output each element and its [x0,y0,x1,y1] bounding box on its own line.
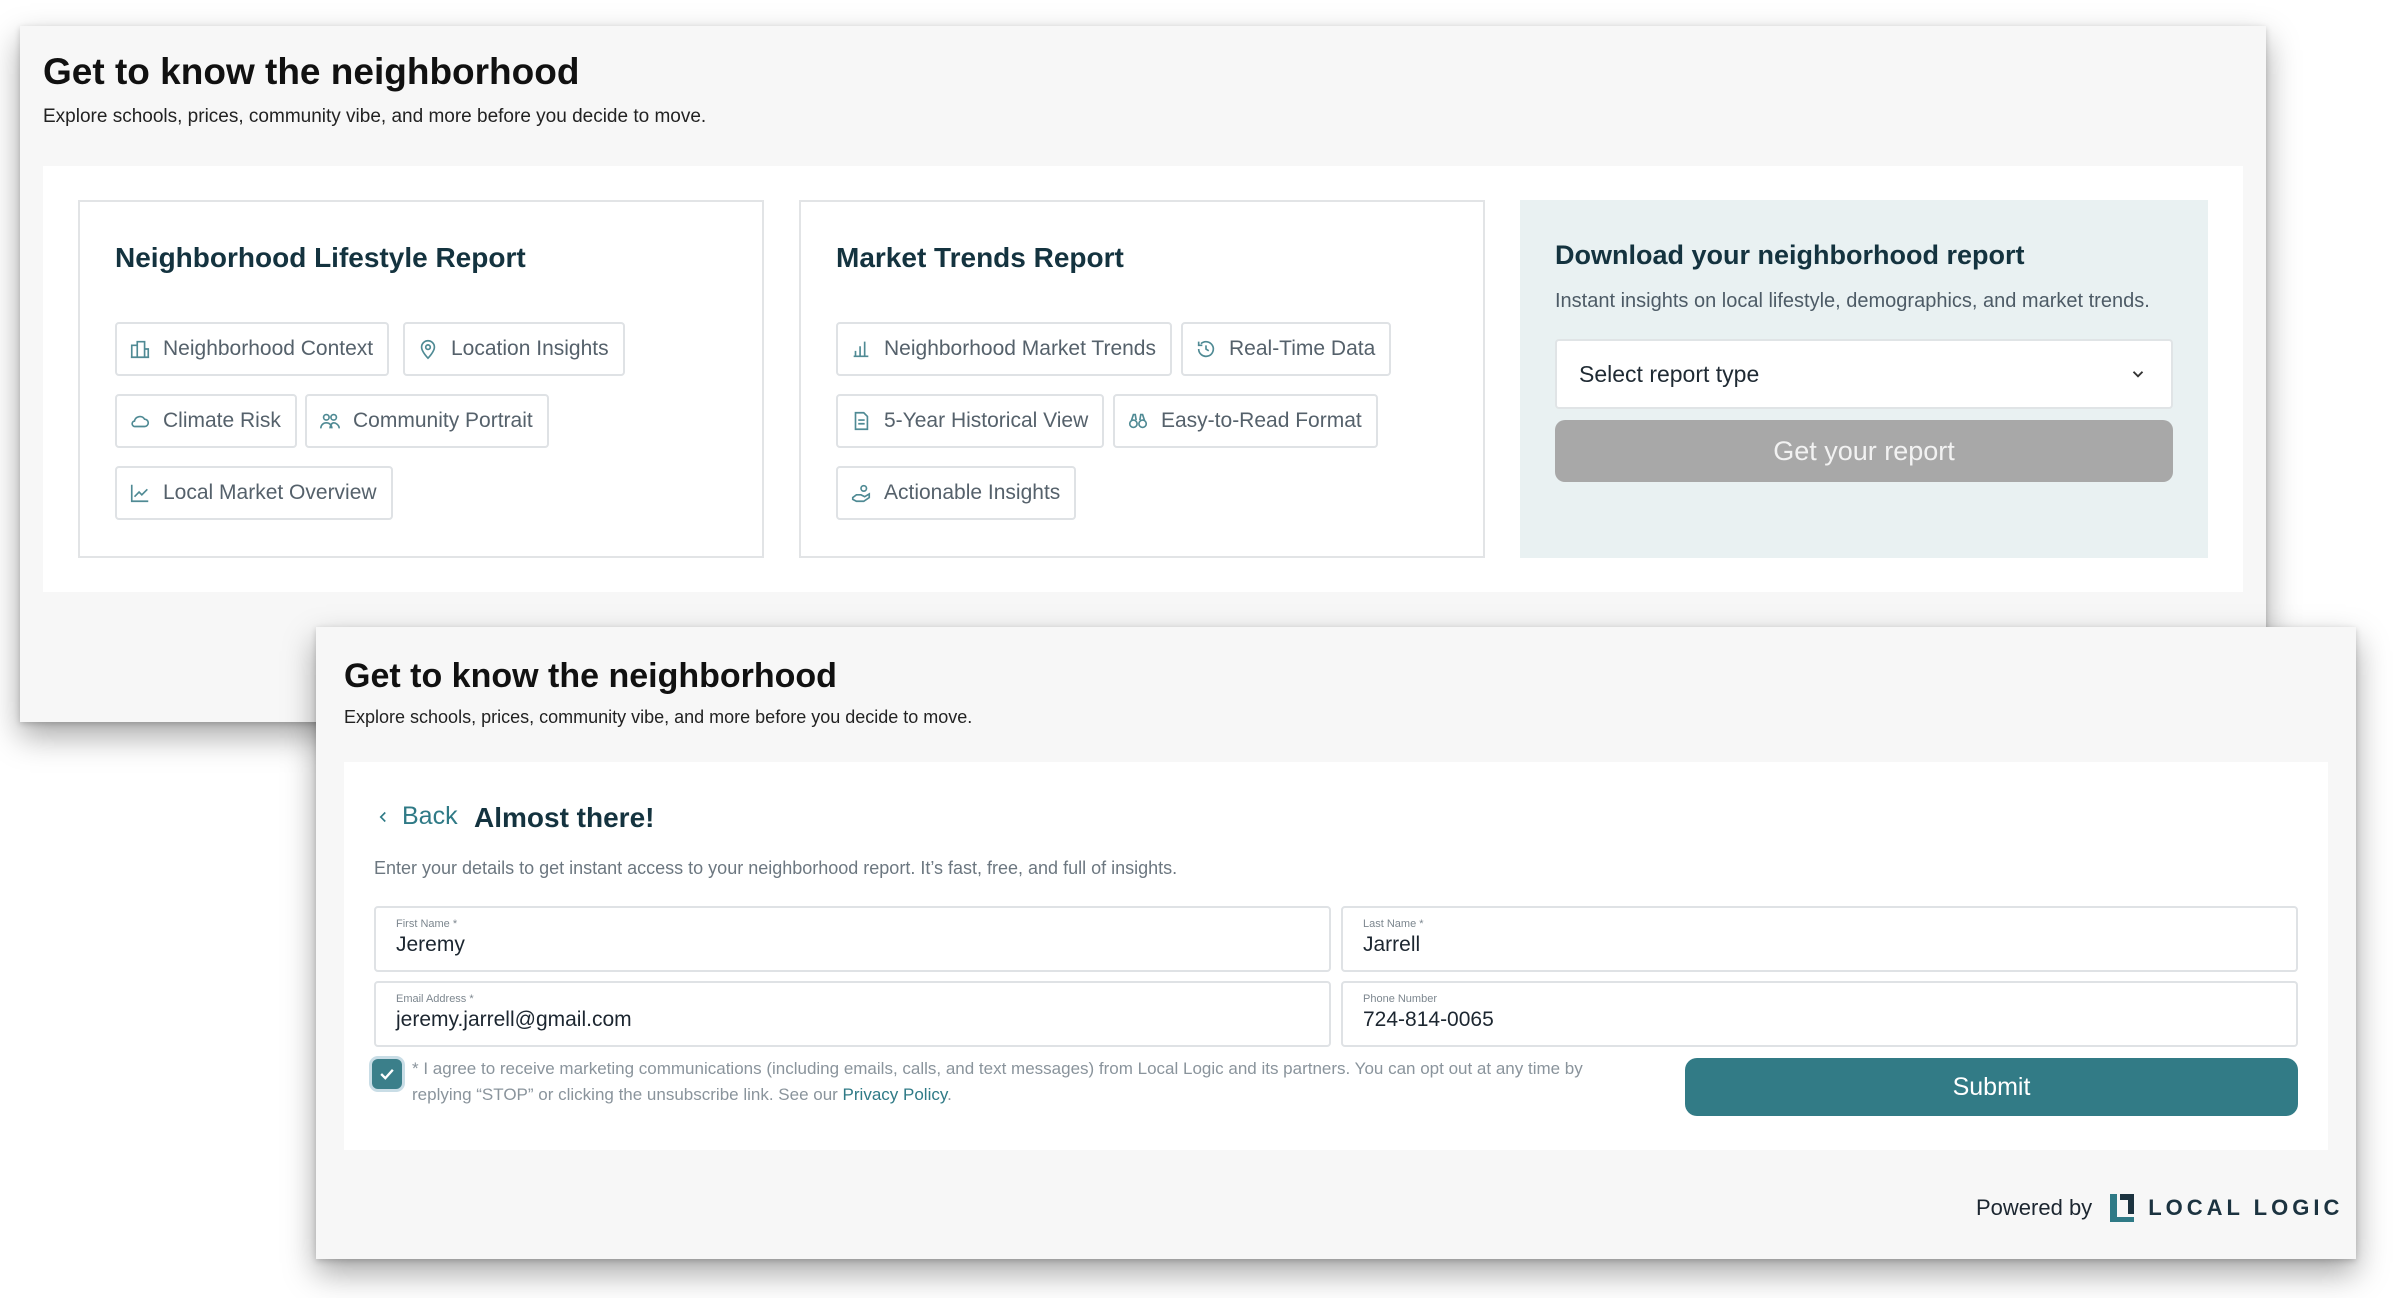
page-subtitle: Explore schools, prices, community vibe,… [344,707,973,727]
phone-field[interactable]: Phone Number 724-814-0065 [1341,981,2298,1047]
page-title: Get to know the neighborhood [43,51,580,92]
checkmark-icon [380,1069,394,1080]
local-logic-mark-icon [2110,1194,2135,1222]
chevron-left-icon [379,811,386,822]
page-title: Get to know the neighborhood [344,657,837,695]
consent-text: * I agree to receive marketing communica… [412,1059,1583,1104]
chip-5-year-historical-view: 5-Year Historical View [836,394,1105,448]
hand-coins-icon [851,484,871,503]
email-field[interactable]: Email Address * jeremy.jarrell@gmail.com [374,981,1331,1047]
market-report-card[interactable]: Market Trends Report Neighborhood Market… [799,200,1485,558]
download-report-subtitle: Instant insights on local lifestyle, dem… [1555,290,2150,312]
privacy-policy-link[interactable]: Privacy Policy [843,1085,948,1104]
phone-value: 724-814-0065 [1363,1008,1494,1031]
chip-neighborhood-market-trends: Neighborhood Market Trends [836,322,1172,376]
form-instructions: Enter your details to get instant access… [374,858,1178,878]
get-report-button[interactable]: Get your report [1555,420,2173,482]
back-link[interactable]: Back [374,802,458,831]
chevron-down-icon [2132,371,2144,378]
consent-checkbox[interactable] [372,1059,402,1089]
local-logic-wordmark: LOCAL LOGIC [2148,1195,2344,1220]
chip-actionable-insights: Actionable Insights [836,466,1077,520]
form-heading: Almost there! [474,802,655,833]
contact-form-panel: Get to know the neighborhood Explore sch… [316,627,2356,1259]
first-name-value: Jeremy [396,933,465,956]
line-chart-icon [130,484,149,503]
chip-location-insights: Location Insights [403,322,625,376]
phone-label: Phone Number [1363,993,1437,1005]
chip-local-market-overview: Local Market Overview [115,466,393,520]
powered-by: Powered by LOCAL LOGIC [1976,1192,2343,1224]
chip-neighborhood-context: Neighborhood Context [115,322,390,376]
location-pin-icon [420,339,436,360]
market-report-title: Market Trends Report [836,242,1124,273]
chip-climate-risk: Climate Risk [115,394,297,448]
last-name-value: Jarrell [1363,933,1421,956]
local-logic-logo[interactable]: LOCAL LOGIC [2108,1192,2343,1224]
contact-form-container: Back Almost there! Enter your details to… [344,762,2328,1150]
cloud-icon [131,415,150,428]
people-icon [320,413,340,429]
lifestyle-report-title: Neighborhood Lifestyle Report [115,242,526,273]
clock-history-icon [1197,340,1215,358]
document-icon [854,411,869,431]
email-value: jeremy.jarrell@gmail.com [396,1008,632,1031]
chip-easy-to-read-format: Easy-to-Read Format [1113,394,1378,448]
report-options-container: Neighborhood Lifestyle Report Neighborho… [43,166,2243,592]
powered-by-label: Powered by [1976,1195,2093,1220]
download-report-card: Download your neighborhood report Instan… [1520,200,2208,558]
page-subtitle: Explore schools, prices, community vibe,… [43,106,707,127]
email-label: Email Address * [396,993,474,1005]
chip-community-portrait: Community Portrait [305,394,549,448]
first-name-label: First Name * [396,918,458,930]
download-report-title: Download your neighborhood report [1555,240,2025,270]
chip-real-time-data: Real-Time Data [1181,322,1392,376]
lifestyle-report-card[interactable]: Neighborhood Lifestyle Report Neighborho… [78,200,764,558]
last-name-label: Last Name * [1363,918,1424,930]
building-icon [130,340,150,359]
submit-button[interactable]: Submit [1685,1058,2298,1116]
report-selection-panel: Get to know the neighborhood Explore sch… [20,26,2266,722]
report-type-select[interactable]: Select report type [1555,339,2173,409]
first-name-field[interactable]: First Name * Jeremy [374,906,1331,972]
bar-chart-icon [853,341,869,358]
last-name-field[interactable]: Last Name * Jarrell [1341,906,2298,972]
report-type-select-value: Select report type [1579,360,1760,387]
binoculars-icon [1128,413,1148,429]
